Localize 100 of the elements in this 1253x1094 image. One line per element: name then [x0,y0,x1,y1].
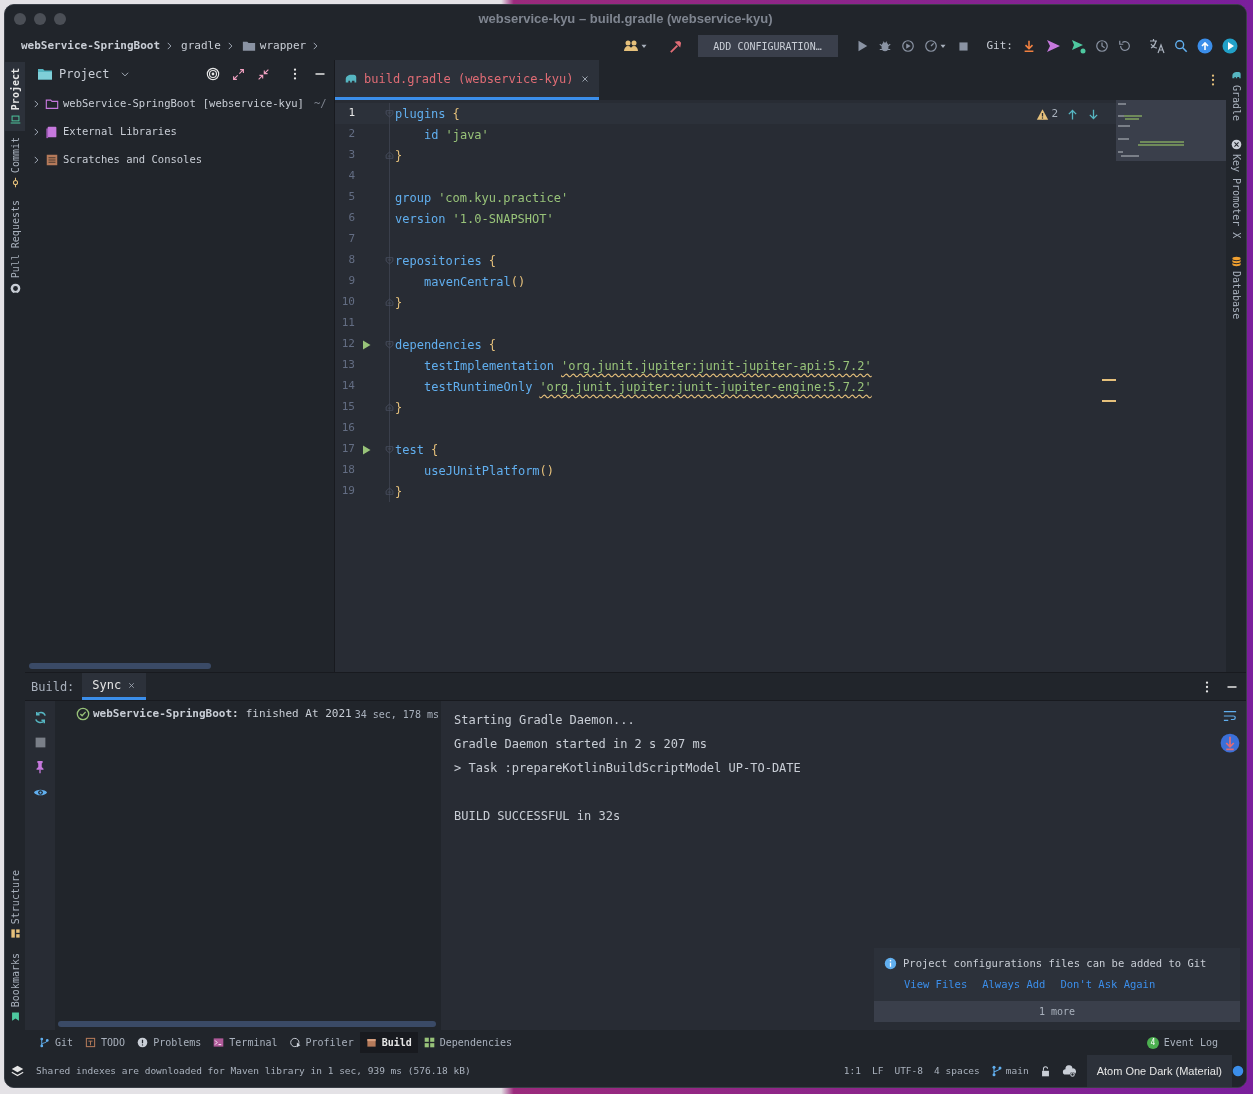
grid-icon [423,1037,435,1048]
project-view-dropdown[interactable]: Project [59,65,110,83]
lock-icon[interactable] [1039,1065,1051,1077]
notification-link[interactable]: View Files [904,977,968,993]
line-number: 6 [347,210,355,227]
chevron-right-icon[interactable] [31,127,41,137]
close-icon[interactable] [579,73,590,84]
download-arrow-icon[interactable] [1022,39,1036,53]
history-icon[interactable] [1095,39,1109,53]
string-literal: 'org.junit.jupiter:junit-jupiter-engine:5.7.2' [539,378,872,396]
side-tab[interactable]: Commit [5,131,25,195]
breadcrumb[interactable]: webService-SpringBoot [21,37,161,55]
tool-window-button[interactable]: Dependencies [417,1032,519,1053]
brace: } [395,399,403,417]
stop-icon[interactable] [33,736,47,749]
warnings-indicator[interactable]: 2 [1036,105,1058,123]
branch-widget[interactable]: main [990,1063,1029,1079]
layers-icon[interactable] [11,1064,24,1078]
minimap[interactable] [1116,100,1226,161]
side-tab[interactable]: Pull Requests [5,194,25,300]
status-item[interactable]: 1:1 [843,1063,861,1079]
scrollbar[interactable] [29,663,211,669]
terminal-icon [213,1037,225,1048]
folder-icon [241,39,256,53]
expand-icon[interactable] [232,67,245,81]
folder-icon [45,97,59,111]
revert-icon[interactable] [1118,39,1132,53]
code-text: group [395,189,432,207]
event-log-button[interactable]: 4 Event Log [1146,1035,1218,1050]
code-text: id [424,126,439,144]
console-line: Starting Gradle Daemon... [454,712,635,729]
translate-icon[interactable] [1149,38,1165,54]
task-name[interactable]: webService-SpringBoot: [93,705,239,723]
cloud-gear-icon[interactable] [1061,1064,1076,1078]
line-number: 2 [347,126,355,143]
target-icon[interactable] [206,67,220,81]
side-tab[interactable]: Structure [7,869,23,939]
send-icon[interactable] [1045,38,1061,54]
tool-window-button[interactable]: Problems [131,1032,208,1053]
bug-icon[interactable] [877,39,892,53]
search-icon[interactable] [1174,39,1188,53]
line-number: 9 [347,273,355,290]
stop-icon[interactable] [956,39,970,53]
run-configuration-button[interactable]: ADD CONFIGURATION… [697,35,838,57]
tree-item[interactable]: webService-SpringBoot [63,96,196,112]
scrollbar[interactable] [58,1021,436,1027]
editor-tab[interactable]: build.gradle (webservice-kyu) [335,60,599,100]
side-tab[interactable]: Bookmarks [7,952,23,1022]
hammer-icon[interactable] [667,38,683,54]
status-item[interactable]: UTF-8 [894,1063,924,1079]
breadcrumb[interactable]: gradle [181,37,221,55]
side-tab[interactable]: Gradle [1228,70,1244,122]
run-icon[interactable] [360,443,372,456]
chevron-down-icon[interactable] [119,69,130,79]
chevron-right-icon[interactable] [31,99,41,109]
tool-window-button[interactable]: TODO [79,1032,132,1053]
tree-item[interactable]: Scratches and Consoles [63,152,203,168]
tool-window-button[interactable]: Build [359,1032,418,1053]
notification-link[interactable]: Always Add [982,977,1046,993]
upload-icon[interactable] [1197,38,1213,54]
code-text: version [395,210,446,228]
soft-wrap-icon[interactable] [1223,709,1237,723]
console-line: > Task :prepareKotlinBuildScriptModel UP-TO-DATE [454,760,801,777]
line-number: 12 [340,336,355,353]
more-notifications-button[interactable]: 1 more [874,1001,1240,1022]
close-icon[interactable] [127,680,137,690]
gauge-icon[interactable] [923,39,938,53]
theme-switcher[interactable]: Atom One Dark (Material) [1086,1055,1232,1087]
tool-window-button[interactable]: Terminal [207,1032,284,1053]
play-badge-icon[interactable] [1222,38,1238,54]
sync-icon[interactable] [32,710,48,725]
notification-link[interactable]: Don't Ask Again [1060,977,1156,993]
tool-window-button[interactable]: Git [33,1032,80,1053]
tool-window-button[interactable]: Profiler [283,1032,360,1053]
check-circle-icon [76,707,90,721]
chevron-right-icon[interactable] [31,155,41,165]
breadcrumb[interactable]: wrapper [259,37,307,55]
side-tab[interactable]: Key Promoter X [1228,139,1244,239]
collapse-icon[interactable] [257,67,270,81]
coverage-icon[interactable] [900,39,915,53]
panel-tab[interactable]: Sync [82,673,147,700]
arrow-down-icon[interactable] [1087,107,1100,121]
status-item[interactable]: LF [871,1063,884,1079]
scroll-to-end-icon[interactable] [1220,733,1240,753]
line-number: 7 [347,231,355,248]
send-icon[interactable] [1070,38,1086,54]
brace: { [430,441,439,459]
arrow-up-icon[interactable] [1066,107,1079,121]
tree-item[interactable]: External Libraries [63,124,177,140]
path-text: ~/ [313,96,327,112]
brace: { [452,105,460,123]
run-icon[interactable] [360,338,372,351]
line-number: 16 [340,420,355,437]
notification-text: Project configurations files can be added to Git [903,955,1207,971]
users-icon[interactable] [622,38,639,54]
side-tab[interactable]: Database [1228,256,1244,320]
side-tab[interactable]: Project [5,62,25,132]
status-item[interactable]: 4 spaces [934,1063,980,1079]
status-message: Shared indexes are downloaded for Maven library in 1 sec, 939 ms (576.18 kB) [36,1063,471,1078]
window-title: webservice-kyu – build.gradle (webservice-kyu) [478,9,773,28]
